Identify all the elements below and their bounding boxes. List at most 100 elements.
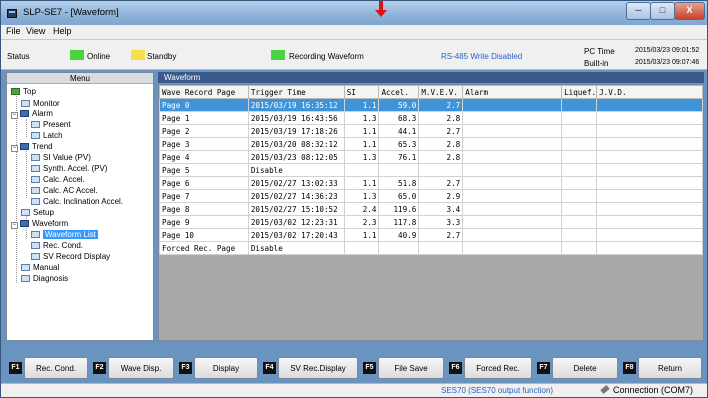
tree-item-trend[interactable]: − Trend <box>11 142 53 152</box>
column-header[interactable]: Trigger Time <box>247 85 345 99</box>
fkey-f5[interactable]: F5 File Save <box>360 357 446 379</box>
column-header[interactable]: Accel. <box>378 85 420 99</box>
fkey-f2[interactable]: F2 Wave Disp. <box>90 357 176 379</box>
function-key-button[interactable]: Display <box>194 357 258 379</box>
fkey-f1[interactable]: F1 Rec. Cond. <box>6 357 90 379</box>
menu-help[interactable]: Help <box>53 26 72 36</box>
table-cell <box>596 137 703 151</box>
table-row[interactable]: Page 0 2015/03/19 16:35:12 1.1 59.0 2.7 <box>159 98 703 112</box>
function-key-button[interactable]: Delete <box>552 357 618 379</box>
tree-item-si-value[interactable]: SI Value (PV) <box>31 153 91 163</box>
column-header[interactable]: Wave Record Page <box>159 85 249 99</box>
tree-item-alarm[interactable]: − Alarm <box>11 109 53 119</box>
table-row[interactable]: Page 1 2015/03/19 16:43:56 1.3 68.3 2.8 <box>159 111 703 125</box>
tree-item-waveform-list[interactable]: Waveform List <box>31 230 98 240</box>
table-cell: 2015/03/02 12:23:31 <box>247 215 345 229</box>
tree-item-calc-ac-accel[interactable]: Calc. AC Accel. <box>31 186 98 196</box>
table-cell: 2.7 <box>418 124 464 138</box>
folder-icon <box>20 220 29 227</box>
table-cell <box>561 111 598 125</box>
menu-file[interactable]: File <box>6 26 21 36</box>
page-icon <box>21 275 30 282</box>
main-panel-title: Waveform <box>158 72 704 83</box>
function-key-button[interactable]: Rec. Cond. <box>24 357 88 379</box>
fkey-f8[interactable]: F8 Return <box>620 357 704 379</box>
connection-status: Connection (COM7) <box>600 385 693 395</box>
table-cell: 44.1 <box>378 124 420 138</box>
tree-item-diagnosis[interactable]: Diagnosis <box>21 274 68 284</box>
table-cell <box>462 215 563 229</box>
column-header[interactable]: Liquef. <box>561 85 598 99</box>
table-cell <box>561 137 598 151</box>
function-key-button[interactable]: Wave Disp. <box>108 357 174 379</box>
table-cell <box>462 124 563 138</box>
table-row[interactable]: Page 8 2015/02/27 15:10:52 2.4 119.6 3.4 <box>159 202 703 216</box>
tree-item-manual[interactable]: Manual <box>21 263 59 273</box>
function-key-badge: F1 <box>9 362 22 374</box>
tree-item-present[interactable]: Present <box>31 120 71 130</box>
function-key-button[interactable]: SV Rec.Display <box>278 357 358 379</box>
tree-item-calc-accel[interactable]: Calc. Accel. <box>31 175 85 185</box>
table-cell: 2015/03/02 17:20:43 <box>247 228 345 242</box>
column-header[interactable]: Alarm <box>462 85 563 99</box>
close-button[interactable]: X <box>674 2 705 20</box>
table-cell <box>596 163 703 177</box>
function-key-badge: F7 <box>537 362 550 374</box>
table-cell: Page 10 <box>159 228 249 242</box>
function-key-button[interactable]: File Save <box>378 357 444 379</box>
fkey-f3[interactable]: F3 Display <box>176 357 260 379</box>
tree-item-sv-record-display[interactable]: SV Record Display <box>31 252 110 262</box>
collapse-icon[interactable]: − <box>11 222 18 229</box>
table-cell <box>462 163 563 177</box>
fkey-f7[interactable]: F7 Delete <box>534 357 620 379</box>
maximize-button[interactable]: □ <box>650 2 675 20</box>
page-icon <box>31 231 40 238</box>
table-row[interactable]: Page 4 2015/03/23 08:12:05 1.3 76.1 2.8 <box>159 150 703 164</box>
table-cell <box>462 98 563 112</box>
tree-item-rec-cond[interactable]: Rec. Cond. <box>31 241 83 251</box>
table-cell <box>561 163 598 177</box>
table-row[interactable]: Page 6 2015/02/27 13:02:33 1.1 51.8 2.7 <box>159 176 703 190</box>
table-cell <box>343 241 380 255</box>
table-cell <box>596 124 703 138</box>
collapse-icon[interactable]: − <box>11 145 18 152</box>
waveform-table: Wave Record Page Trigger Time SI Accel. M.V.… <box>159 85 703 255</box>
table-row[interactable]: Forced Rec. Page Disable <box>159 241 703 255</box>
tree-item-top[interactable]: Top <box>11 87 36 97</box>
table-row[interactable]: Page 3 2015/03/20 08:32:12 1.1 65.3 2.8 <box>159 137 703 151</box>
tree-item-monitor[interactable]: Monitor <box>21 99 60 109</box>
menu-view[interactable]: View <box>26 26 45 36</box>
tree-item-setup[interactable]: Setup <box>21 208 54 218</box>
app-window: SLP-SE7 - [Waveform] ─ □ X File View Hel… <box>0 0 708 398</box>
tree-item-latch[interactable]: Latch <box>31 131 63 141</box>
table-cell <box>462 111 563 125</box>
table-cell <box>418 163 464 177</box>
pc-time-value: 2015/03/23 09:01:52 <box>635 47 700 54</box>
table-cell: 1.3 <box>343 189 380 203</box>
tree-item-waveform[interactable]: − Waveform <box>11 219 68 229</box>
page-icon <box>21 209 30 216</box>
table-row[interactable]: Page 7 2015/02/27 14:36:23 1.3 65.0 2.9 <box>159 189 703 203</box>
minimize-button[interactable]: ─ <box>626 2 651 20</box>
table-row[interactable]: Page 5 Disable <box>159 163 703 177</box>
tree-item-calc-inclination[interactable]: Calc. Inclination Accel. <box>31 197 123 207</box>
table-cell: 2015/03/23 08:12:05 <box>247 150 345 164</box>
column-header[interactable]: J.V.D. <box>596 85 703 99</box>
tree-item-synth-accel[interactable]: Synth. Accel. (PV) <box>31 164 107 174</box>
title-bar[interactable]: SLP-SE7 - [Waveform] ─ □ X <box>1 1 707 25</box>
function-key-button[interactable]: Forced Rec. <box>464 357 532 379</box>
column-header[interactable]: SI <box>343 85 380 99</box>
column-header[interactable]: M.V.E.V. <box>418 85 464 99</box>
fkey-f6[interactable]: F6 Forced Rec. <box>446 357 534 379</box>
table-row[interactable]: Page 10 2015/03/02 17:20:43 1.1 40.9 2.7 <box>159 228 703 242</box>
page-icon <box>31 154 40 161</box>
table-row[interactable]: Page 2 2015/03/19 17:18:26 1.1 44.1 2.7 <box>159 124 703 138</box>
fkey-f4[interactable]: F4 SV Rec.Display <box>260 357 360 379</box>
table-row[interactable]: Page 9 2015/03/02 12:23:31 2.3 117.8 3.3 <box>159 215 703 229</box>
function-key-button[interactable]: Return <box>638 357 702 379</box>
table-cell <box>561 189 598 203</box>
table-cell <box>596 98 703 112</box>
table-cell <box>462 189 563 203</box>
collapse-icon[interactable]: − <box>11 112 18 119</box>
table-cell: Page 0 <box>159 98 249 112</box>
